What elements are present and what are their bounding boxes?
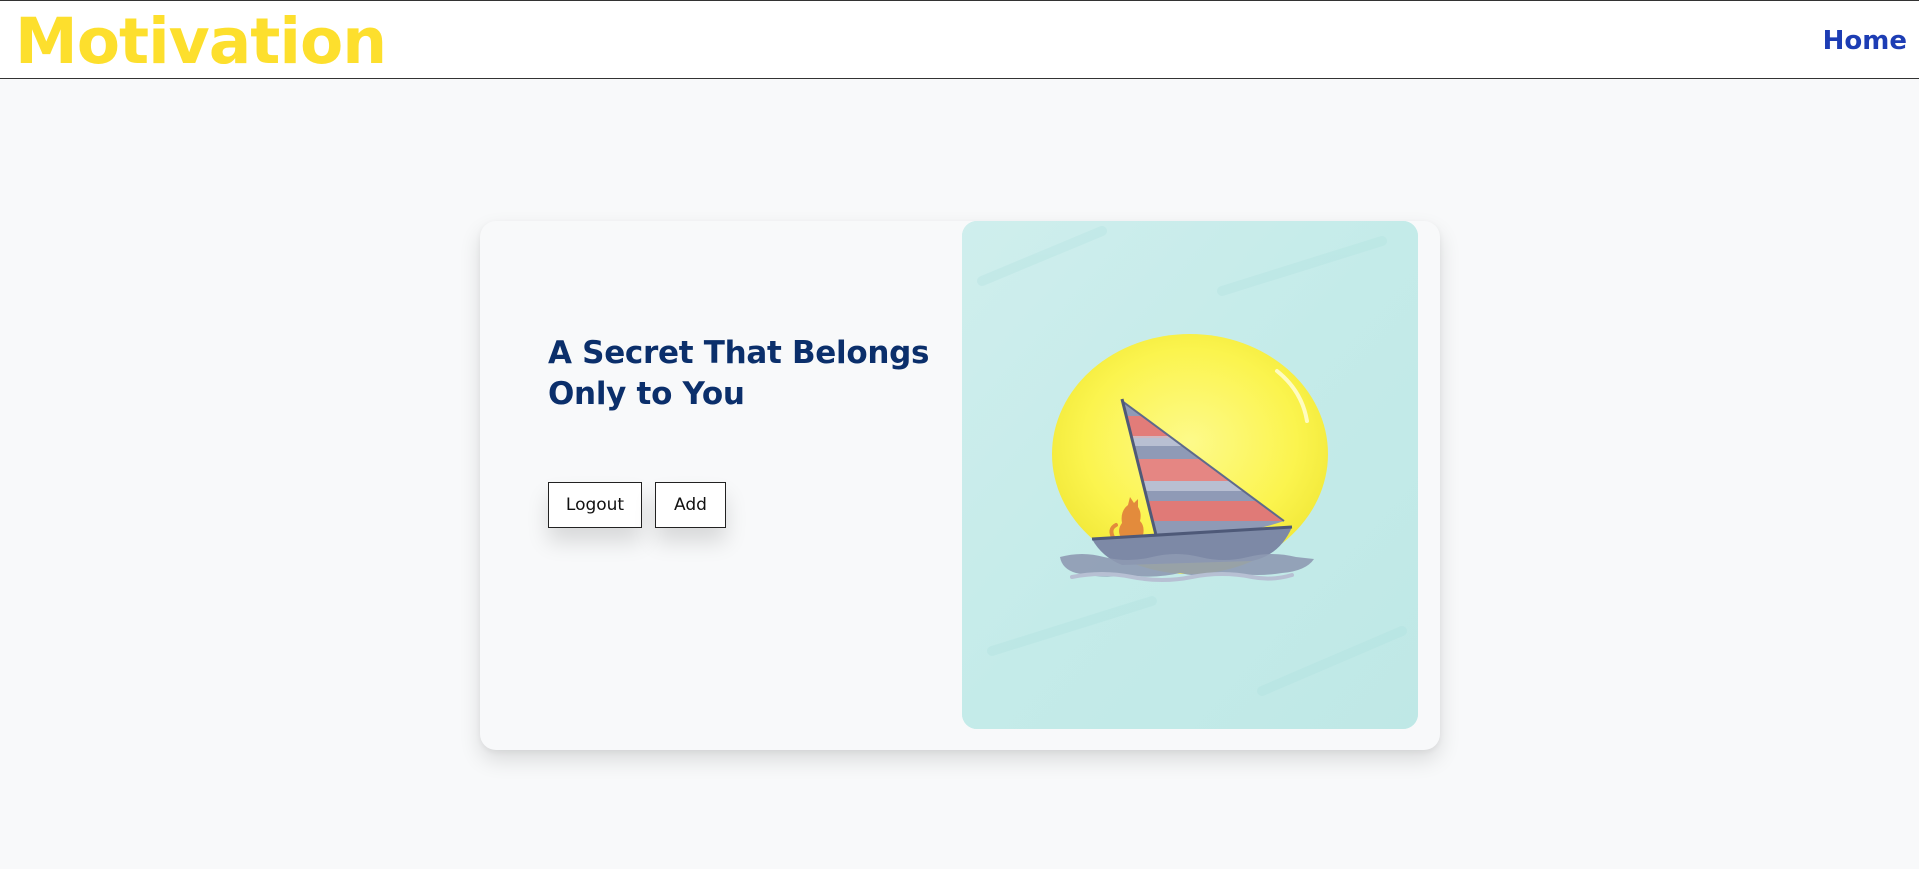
- brand-logo[interactable]: Motivation: [15, 3, 387, 81]
- nav-home-link[interactable]: Home: [1823, 23, 1907, 59]
- add-button[interactable]: Add: [655, 482, 726, 528]
- sailboat-with-fox-icon: [962, 221, 1418, 729]
- top-navbar: Motivation Home: [0, 0, 1919, 79]
- logout-button[interactable]: Logout: [548, 482, 642, 528]
- sailboat-illustration: [962, 221, 1418, 729]
- card-title: A Secret That Belongs Only to You: [548, 335, 930, 412]
- motivation-card: A Secret That Belongs Only to You Logout…: [480, 221, 1440, 750]
